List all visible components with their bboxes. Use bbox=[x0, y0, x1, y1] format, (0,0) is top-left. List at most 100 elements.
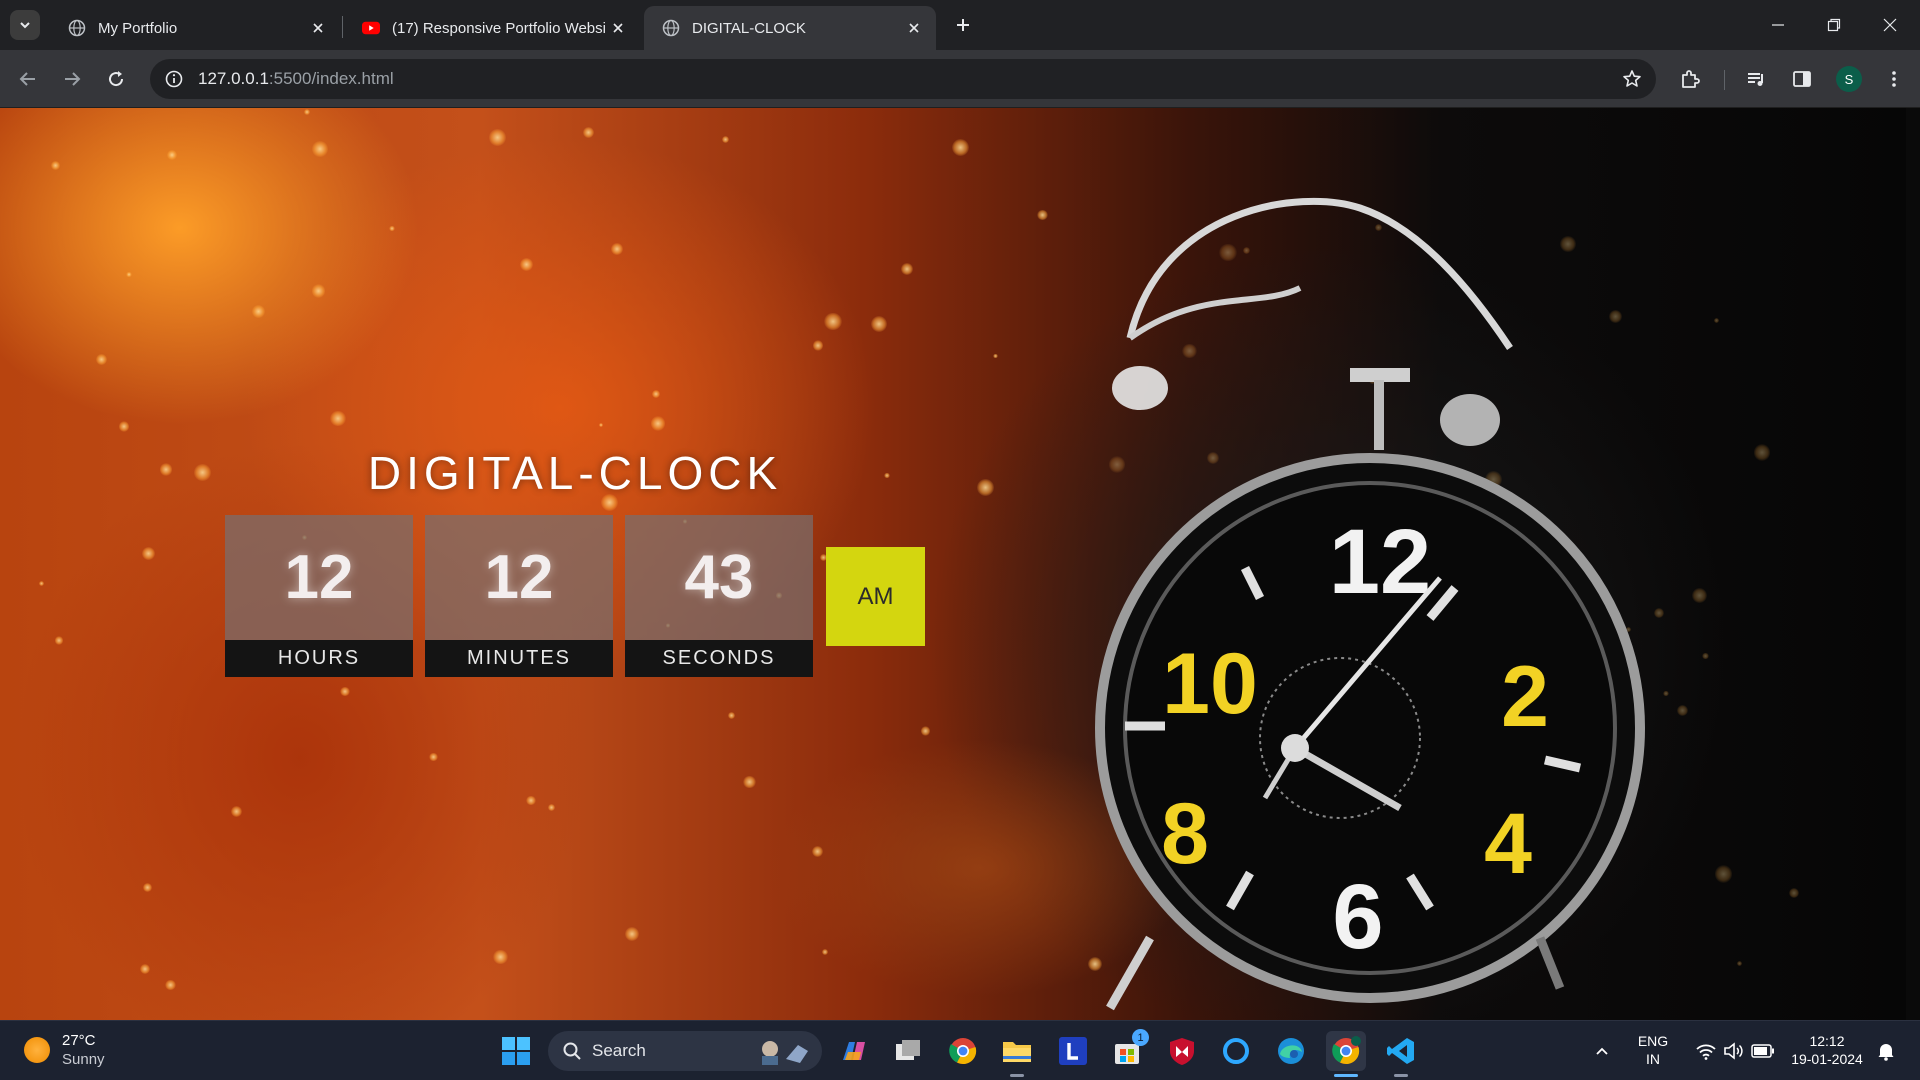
ember-spark bbox=[821, 949, 828, 955]
ember-spark bbox=[743, 775, 756, 789]
search-highlight-icon bbox=[762, 1041, 808, 1065]
quick-settings-button[interactable] bbox=[1680, 1031, 1790, 1071]
taskbar-app-chrome[interactable] bbox=[943, 1031, 983, 1071]
bookmark-star-icon[interactable] bbox=[1620, 67, 1644, 91]
ember-spark bbox=[582, 126, 594, 139]
ember-spark bbox=[389, 225, 395, 232]
ember-spark bbox=[126, 271, 132, 278]
close-icon bbox=[1883, 18, 1897, 32]
language-indicator[interactable]: ENG IN bbox=[1630, 1032, 1676, 1068]
ember-spark bbox=[340, 686, 350, 697]
taskbar-app-edge[interactable] bbox=[1271, 1031, 1311, 1071]
site-info-icon[interactable] bbox=[154, 59, 194, 99]
start-button[interactable] bbox=[496, 1031, 536, 1071]
weather-condition: Sunny bbox=[62, 1051, 105, 1068]
ember-spark bbox=[901, 263, 914, 275]
show-hidden-icons-button[interactable] bbox=[1582, 1031, 1622, 1071]
language-region: IN bbox=[1646, 1051, 1660, 1067]
tab-youtube-portfolio[interactable]: (17) Responsive Portfolio Websi bbox=[344, 6, 640, 50]
tab-my-portfolio[interactable]: My Portfolio bbox=[50, 6, 340, 50]
chrome-menu-button[interactable] bbox=[1878, 63, 1910, 95]
ember-spark bbox=[428, 752, 438, 762]
taskbar-app-chrome-profile[interactable] bbox=[1326, 1031, 1366, 1071]
taskbar-app-copilot[interactable] bbox=[834, 1031, 874, 1071]
close-icon[interactable] bbox=[904, 18, 924, 38]
extensions-button[interactable] bbox=[1674, 63, 1706, 95]
ember-spark bbox=[728, 711, 736, 719]
taskbar-app-store[interactable]: 1 bbox=[1107, 1029, 1149, 1071]
weather-widget[interactable]: 27°C Sunny bbox=[24, 1031, 105, 1069]
ember-spark bbox=[870, 315, 888, 333]
ember-spark bbox=[1789, 887, 1800, 899]
reload-icon bbox=[109, 71, 124, 87]
taskbar-app-file-explorer[interactable] bbox=[997, 1031, 1037, 1071]
ember-spark bbox=[526, 795, 536, 806]
back-button[interactable] bbox=[12, 63, 44, 95]
youtube-icon bbox=[362, 19, 380, 37]
scrollbar-track bbox=[1906, 108, 1920, 1020]
ember-spark bbox=[920, 726, 931, 737]
ember-spark bbox=[811, 845, 823, 857]
ember-spark bbox=[824, 312, 843, 331]
restore-button[interactable] bbox=[1806, 0, 1862, 50]
side-panel-button[interactable] bbox=[1786, 63, 1818, 95]
notifications-button[interactable] bbox=[1866, 1031, 1906, 1071]
ember-spark bbox=[812, 340, 824, 351]
taskbar-search[interactable]: Search bbox=[548, 1031, 822, 1071]
taskbar-app-task-view[interactable] bbox=[888, 1031, 928, 1071]
ember-spark bbox=[231, 806, 242, 817]
ember-spark bbox=[721, 136, 729, 144]
art-numeral-10: 10 bbox=[1162, 636, 1258, 732]
battery-icon bbox=[1751, 1044, 1774, 1058]
reload-button[interactable] bbox=[100, 63, 132, 95]
edge-icon bbox=[1278, 1038, 1304, 1064]
close-icon[interactable] bbox=[308, 18, 328, 38]
close-icon[interactable] bbox=[608, 18, 628, 38]
ember-spark bbox=[1702, 652, 1709, 660]
more-vertical-icon bbox=[1892, 71, 1896, 87]
forward-button[interactable] bbox=[56, 63, 88, 95]
taskbar-app-vscode[interactable] bbox=[1381, 1031, 1421, 1071]
playlist-icon bbox=[1748, 73, 1763, 86]
art-numeral-8: 8 bbox=[1161, 786, 1209, 882]
seconds-card: 43 SECONDS bbox=[625, 515, 813, 677]
language-code: ENG bbox=[1637, 1033, 1669, 1049]
hours-card: 12 HOURS bbox=[225, 515, 413, 677]
ember-spark bbox=[489, 129, 506, 147]
taskbar-app-cortana[interactable] bbox=[1216, 1031, 1256, 1071]
ember-spark bbox=[96, 354, 108, 365]
url-text: 127.0.0.1:5500/index.html bbox=[198, 69, 394, 89]
ember-spark bbox=[166, 149, 178, 161]
puzzle-icon bbox=[1682, 70, 1700, 88]
art-numeral-6: 6 bbox=[1332, 866, 1383, 968]
ember-spark bbox=[611, 243, 623, 255]
weather-temp: 27°C bbox=[62, 1032, 96, 1049]
taskbar-app-launcher-l[interactable] bbox=[1053, 1031, 1093, 1071]
store-badge: 1 bbox=[1132, 1029, 1149, 1046]
search-icon bbox=[563, 1042, 581, 1060]
copilot-icon bbox=[843, 1042, 865, 1060]
ember-spark bbox=[1713, 318, 1719, 324]
task-view-icon bbox=[896, 1040, 920, 1060]
plus-icon bbox=[957, 19, 969, 31]
minimize-icon bbox=[1772, 24, 1784, 26]
system-clock[interactable]: 12:12 19-01-2024 bbox=[1782, 1032, 1872, 1068]
shield-icon bbox=[1170, 1038, 1194, 1065]
new-tab-button[interactable] bbox=[948, 10, 978, 40]
page-viewport: 12 10 2 8 4 6 DIGITAL-CLOCK 12 HOURS 12 … bbox=[0, 108, 1920, 1020]
chevron-down-icon bbox=[20, 22, 30, 29]
address-bar[interactable]: 127.0.0.1:5500/index.html bbox=[150, 59, 1656, 99]
close-window-button[interactable] bbox=[1862, 0, 1918, 50]
windows-taskbar: 27°C Sunny Search 1 ENG IN 12:12 19-01-2… bbox=[0, 1020, 1920, 1080]
volume-icon bbox=[1724, 1042, 1743, 1060]
ember-spark bbox=[598, 422, 604, 427]
minimize-button[interactable] bbox=[1750, 0, 1806, 50]
media-controls-button[interactable] bbox=[1740, 63, 1772, 95]
taskbar-app-mcafee[interactable] bbox=[1162, 1031, 1202, 1071]
ember-spark bbox=[312, 140, 328, 157]
profile-avatar[interactable]: S bbox=[1836, 66, 1862, 92]
ember-spark bbox=[1714, 865, 1733, 883]
system-date: 19-01-2024 bbox=[1791, 1051, 1863, 1067]
tab-digital-clock[interactable]: DIGITAL-CLOCK bbox=[644, 6, 936, 50]
tab-search-button[interactable] bbox=[10, 10, 40, 40]
